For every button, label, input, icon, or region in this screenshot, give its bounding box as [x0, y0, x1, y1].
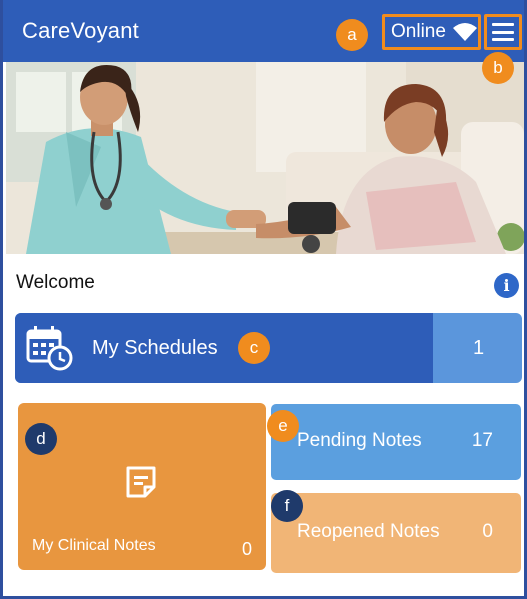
callout-a: a — [336, 19, 368, 51]
online-status[interactable]: Online — [382, 14, 481, 50]
my-clinical-notes-tile[interactable]: My Clinical Notes 0 — [18, 403, 266, 570]
hero-image — [6, 62, 524, 254]
reopened-notes-count: 0 — [482, 521, 493, 542]
callout-b: b — [482, 52, 514, 84]
callout-e: e — [267, 410, 299, 442]
my-schedules-main: My Schedules — [15, 313, 433, 383]
calendar-clock-icon — [26, 326, 73, 371]
nurse-patient-photo — [6, 62, 524, 254]
welcome-label: Welcome — [16, 272, 95, 293]
note-icon — [126, 466, 156, 498]
hamburger-menu-button[interactable] — [484, 14, 522, 50]
my-clinical-notes-label: My Clinical Notes — [32, 537, 156, 554]
my-clinical-notes-count: 0 — [242, 539, 253, 559]
app-title: CareVoyant — [22, 18, 139, 43]
hamburger-menu-icon — [492, 23, 514, 41]
callout-f: f — [271, 490, 303, 522]
pending-notes-label: Pending Notes — [297, 430, 422, 451]
my-schedules-count: 1 — [473, 337, 485, 359]
my-schedules-label: My Schedules — [92, 337, 218, 359]
reopened-notes-tile[interactable]: Reopened Notes 0 — [271, 493, 521, 573]
info-icon[interactable]: i — [494, 273, 519, 298]
pending-notes-tile[interactable]: Pending Notes 17 — [271, 404, 521, 480]
wifi-icon — [452, 23, 477, 41]
pending-notes-count: 17 — [471, 430, 493, 451]
online-status-label: Online — [391, 21, 446, 42]
reopened-notes-label: Reopened Notes — [297, 521, 440, 542]
callout-d: d — [25, 423, 57, 455]
callout-c: c — [238, 332, 270, 364]
app-header: CareVoyant Online — [3, 0, 524, 62]
